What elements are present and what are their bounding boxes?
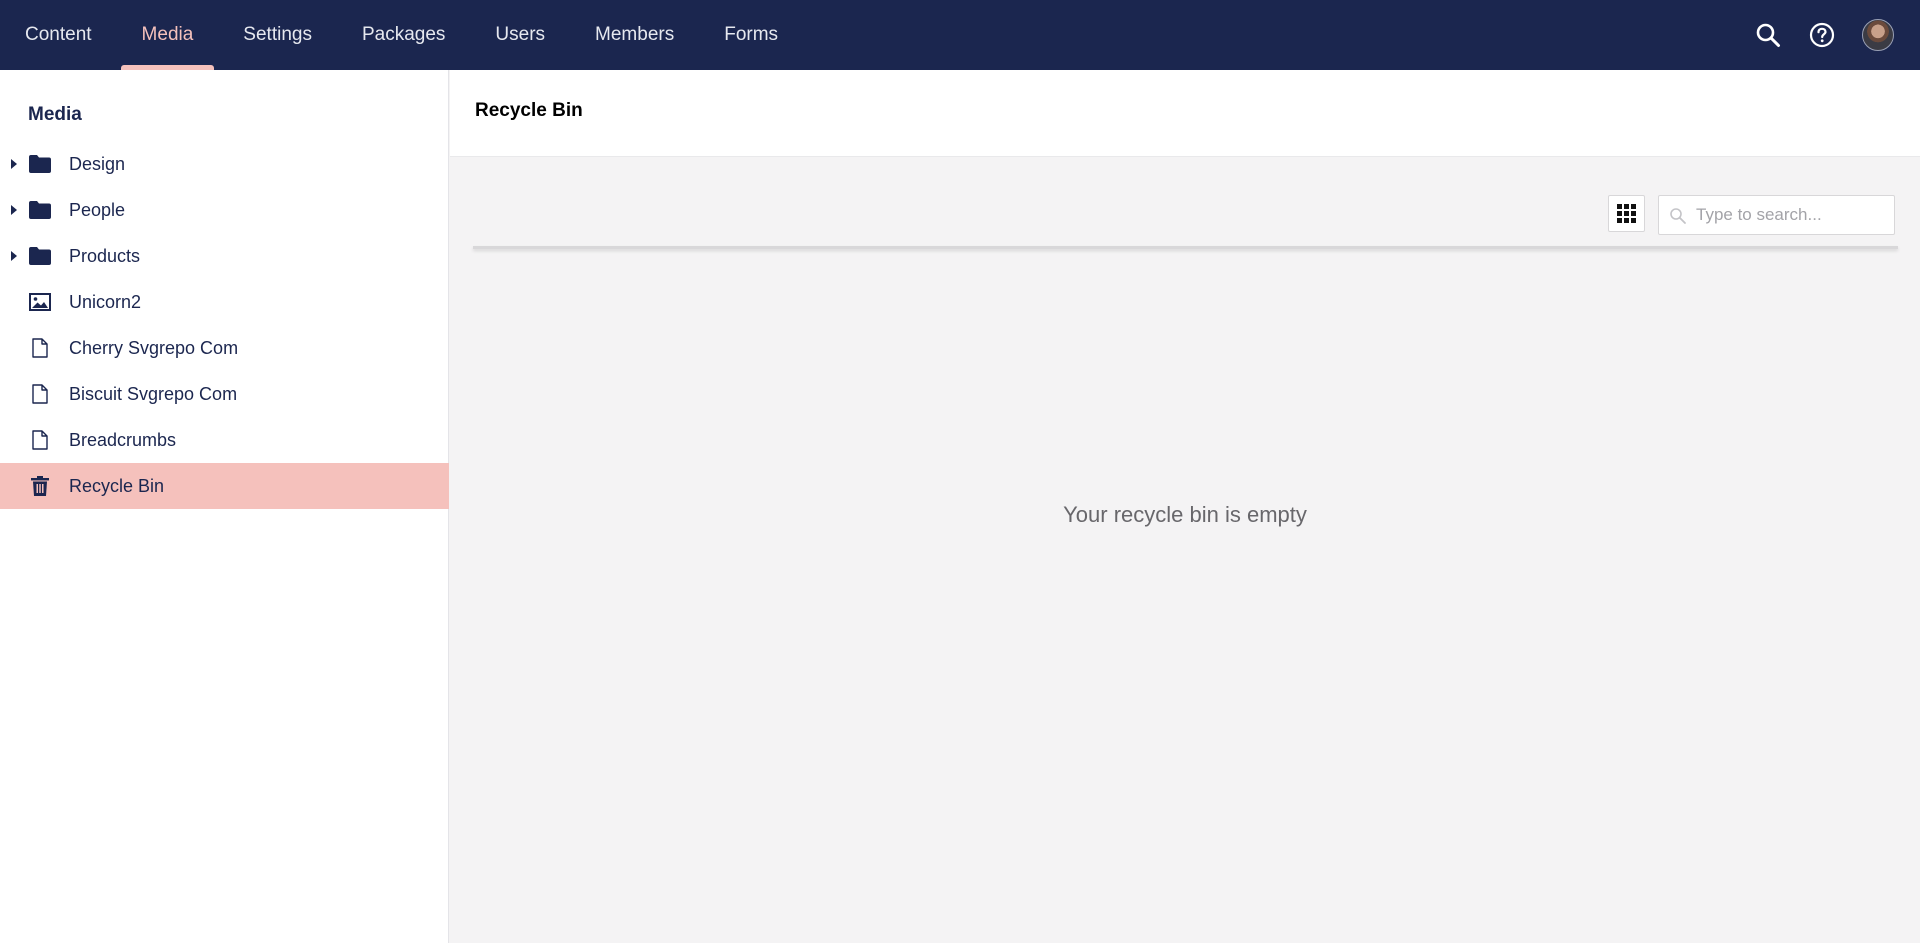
tree-item-label: Design [69,153,126,174]
section-tabs: Content Media Settings Packages Users Me… [0,0,803,70]
tab-packages[interactable]: Packages [337,0,470,70]
image-icon [28,291,52,313]
tab-media[interactable]: Media [117,0,219,70]
toolbar-divider [473,246,1898,249]
tab-content[interactable]: Content [0,0,117,70]
search-input[interactable] [1696,196,1891,234]
tree-item-biscuit-svgrepo-com[interactable]: Biscuit Svgrepo Com [0,371,449,417]
search-icon [1670,208,1686,224]
expand-caret-icon[interactable] [11,159,17,169]
tree-item-label: People [69,199,126,220]
file-icon [28,337,52,359]
file-icon [28,383,52,405]
folder-icon [28,245,52,267]
user-avatar[interactable] [1862,19,1894,51]
main-header: Recycle Bin [450,70,1920,157]
tree-item-label: Biscuit Svgrepo Com [69,383,238,404]
tree-item-label: Products [69,245,141,266]
grid-view-toggle[interactable] [1608,195,1645,232]
media-tree-sidebar: Media Design People Products Unicorn2 Ch… [0,70,449,943]
grid-icon [1617,204,1636,223]
tab-users[interactable]: Users [470,0,570,70]
folder-icon [28,153,52,175]
tree-item-label: Recycle Bin [69,475,165,496]
search-icon [1756,23,1780,47]
expand-caret-icon[interactable] [11,251,17,261]
tree-item-label: Unicorn2 [69,291,142,312]
tab-settings[interactable]: Settings [218,0,337,70]
tab-members[interactable]: Members [570,0,699,70]
help-button[interactable] [1808,21,1836,49]
media-tree: Design People Products Unicorn2 Cherry S… [0,141,449,509]
help-icon [1809,22,1835,48]
tree-item-recycle-bin[interactable]: Recycle Bin [0,463,449,509]
tree-item-design[interactable]: Design [0,141,449,187]
tree-item-cherry-svgrepo-com[interactable]: Cherry Svgrepo Com [0,325,449,371]
tree-item-unicorn2[interactable]: Unicorn2 [0,279,449,325]
folder-icon [28,199,52,221]
search-field[interactable] [1658,195,1895,235]
tree-item-label: Cherry Svgrepo Com [69,337,239,358]
tree-item-people[interactable]: People [0,187,449,233]
tree-item-breadcrumbs[interactable]: Breadcrumbs [0,417,449,463]
file-icon [28,429,52,451]
tree-item-label: Breadcrumbs [69,429,177,450]
empty-state-message: Your recycle bin is empty [1063,502,1307,527]
tab-forms[interactable]: Forms [699,0,803,70]
search-button[interactable] [1754,21,1782,49]
trash-icon [28,475,52,497]
sidebar-title: Media [28,104,82,125]
expand-caret-icon[interactable] [11,205,17,215]
page-title: Recycle Bin [475,100,583,121]
top-actions [1754,19,1920,51]
tree-item-products[interactable]: Products [0,233,449,279]
top-navigation-bar: Content Media Settings Packages Users Me… [0,0,1920,70]
